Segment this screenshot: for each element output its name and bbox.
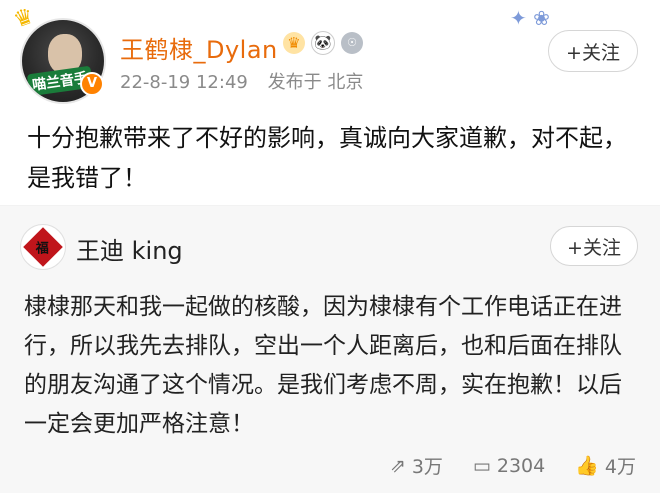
- quoted-author-avatar[interactable]: 福: [20, 224, 66, 270]
- action-bar: ⇗ 3万 ▭ 2304 👍 4万: [390, 452, 636, 479]
- user-badges: ♛ 🐼 ☉: [283, 31, 363, 55]
- repost-button[interactable]: ⇗ 3万: [390, 452, 443, 479]
- post-timestamp: 22-8-19 12:49: [120, 72, 248, 93]
- quoted-content: 棣棣那天和我一起做的核酸，因为棣棣有个工作电话正在进行，所以我先去排队，空出一个…: [24, 294, 622, 437]
- seal-icon: 福: [23, 227, 63, 267]
- like-icon: 👍: [575, 455, 599, 477]
- panda-icon[interactable]: 🐼: [311, 31, 335, 55]
- comment-count: 2304: [496, 454, 546, 477]
- comment-icon: ▭: [472, 454, 491, 477]
- quoted-author-username[interactable]: 王迪 king: [76, 231, 183, 266]
- post-meta: 22-8-19 12:49 发布于 北京: [120, 68, 377, 94]
- medal-icon[interactable]: ☉: [341, 32, 363, 54]
- verified-icon: V: [80, 72, 104, 96]
- weibo-post: 喵兰音手 ♛ V 王鹤棣_Dylan ♛ 🐼 ☉ 22-8-19 12:49 发…: [0, 0, 660, 200]
- post-content: 十分抱歉带来了不好的影响，真诚向大家道歉，对不起，是我错了！: [27, 124, 627, 192]
- crown-icon[interactable]: ♛: [283, 32, 305, 54]
- like-button[interactable]: 👍 4万: [575, 452, 636, 479]
- like-count: 4万: [604, 456, 636, 478]
- comment-button[interactable]: ▭ 2304: [473, 455, 545, 477]
- quoted-follow-button[interactable]: +关注: [550, 226, 638, 266]
- author-username[interactable]: 王鹤棣_Dylan: [120, 30, 278, 65]
- repost-count: 3万: [411, 456, 443, 478]
- follow-button[interactable]: +关注: [548, 30, 638, 72]
- post-source: 发布于 北京: [267, 72, 364, 93]
- repost-icon: ⇗: [389, 454, 406, 477]
